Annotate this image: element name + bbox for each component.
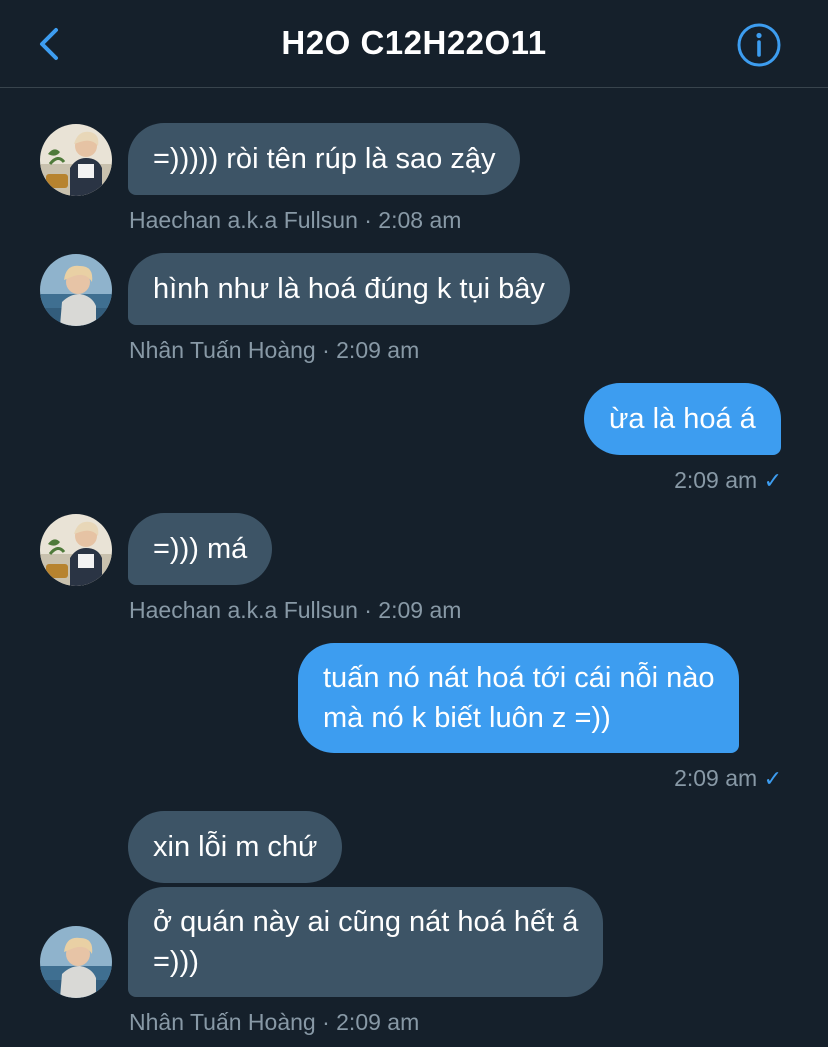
message-text: hình như là hoá đúng k tụi bây xyxy=(153,273,545,305)
avatar-nhan-tuan-hoang[interactable] xyxy=(40,926,112,998)
message-text-line: mà nó k biết luôn z =)) xyxy=(323,702,611,734)
sent-check-icon: ✓ xyxy=(763,468,782,493)
message-text: xin lỗi m chứ xyxy=(153,831,318,863)
message-meta: 2:09 am ✓ xyxy=(674,467,782,494)
message-bubble-incoming[interactable]: xin lỗi m chứ xyxy=(128,811,343,883)
conversation-header: H2O C12H22O11 xyxy=(0,0,828,88)
message-meta: Nhân Tuấn Hoàng · 2:09 am xyxy=(129,337,420,363)
avatar-haechan[interactable] xyxy=(40,514,112,586)
message-meta: Nhân Tuấn Hoàng · 2:09 am xyxy=(129,1009,420,1035)
avatar-nhan-tuan-hoang[interactable] xyxy=(40,254,112,326)
avatar-haechan[interactable] xyxy=(40,124,112,196)
message-time: 2:09 am xyxy=(674,467,758,493)
info-circle-icon xyxy=(737,23,781,67)
message-bubble-incoming[interactable]: =))))) ròi tên rúp là sao zậy xyxy=(128,123,521,195)
message-text-line: ở quán này ai cũng nát hoá hết á xyxy=(153,906,579,938)
message-bubble-outgoing[interactable]: tuấn nó nát hoá tới cái nỗi nào mà nó k … xyxy=(298,643,740,753)
sent-check-icon: ✓ xyxy=(763,766,782,791)
message-meta: Haechan a.k.a Fullsun · 2:08 am xyxy=(129,207,462,233)
message-text: =))))) ròi tên rúp là sao zậy xyxy=(153,143,496,175)
conversation-title: H2O C12H22O11 xyxy=(281,24,547,61)
message-bubble-incoming[interactable]: =))) má xyxy=(128,513,273,585)
info-button[interactable] xyxy=(736,22,782,68)
message-bubble-incoming[interactable]: ở quán này ai cũng nát hoá hết á =))) xyxy=(128,887,604,997)
message-text-line: tuấn nó nát hoá tới cái nỗi nào xyxy=(323,662,715,694)
message-time: 2:09 am xyxy=(674,765,758,791)
message-meta: Haechan a.k.a Fullsun · 2:09 am xyxy=(129,597,462,623)
message-text: =))) má xyxy=(153,533,248,565)
message-bubble-outgoing[interactable]: ừa là hoá á xyxy=(584,383,781,455)
message-bubble-incoming[interactable]: hình như là hoá đúng k tụi bây xyxy=(128,253,570,325)
message-text-line: =))) xyxy=(153,946,199,978)
message-text: ừa là hoá á xyxy=(609,403,756,435)
message-meta: 2:09 am ✓ xyxy=(674,765,782,792)
